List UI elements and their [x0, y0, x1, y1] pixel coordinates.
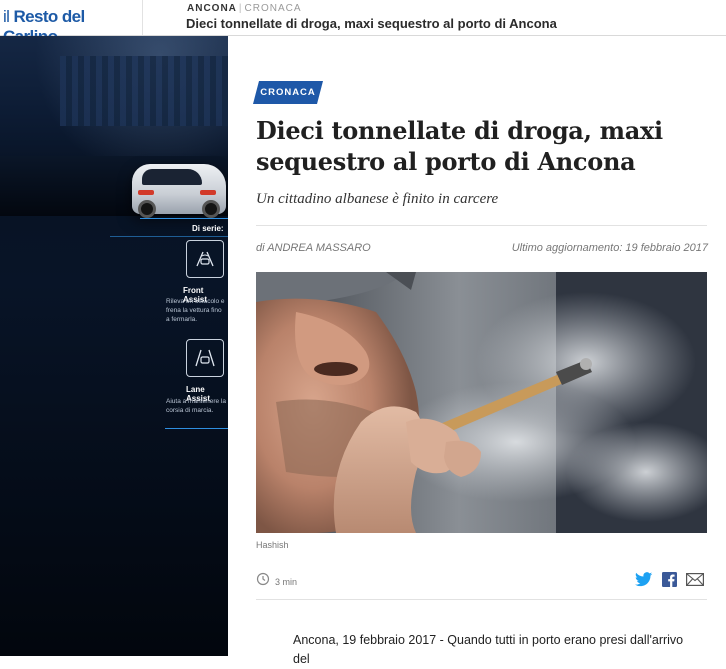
ad-accent-line — [165, 428, 228, 429]
breadcrumb-section[interactable]: ANCONA — [187, 3, 237, 14]
logo-middle: Resto del — [13, 7, 85, 26]
read-time: 3 min — [256, 572, 297, 591]
article-title: Dieci tonnellate di droga, maxi sequestr… — [256, 116, 663, 176]
article: CRONACA Dieci tonnellate di droga, maxi … — [228, 36, 726, 666]
facebook-icon[interactable] — [662, 572, 677, 592]
breadcrumb-category[interactable]: CRONACA — [245, 3, 302, 14]
ad-building — [60, 56, 228, 126]
site-header: il Resto del Carlino ANCONA|CRONACA Diec… — [0, 0, 726, 46]
clock-icon — [256, 572, 270, 591]
twitter-icon[interactable] — [635, 572, 653, 592]
ad-accent-line — [140, 218, 228, 219]
lane-assist-icon — [186, 339, 224, 377]
front-assist-icon — [186, 240, 224, 278]
advertisement-skin[interactable]: Di serie: Front Assist Rileva un ostacol… — [0, 36, 228, 656]
ad-photo — [0, 36, 228, 218]
article-subtitle: Un cittadino albanese è finito in carcer… — [256, 191, 499, 207]
ad-feature-description: Aiuta a mantenere la corsia di marcia. — [166, 398, 226, 414]
breadcrumb-separator: | — [238, 3, 243, 14]
ad-car-image — [132, 164, 226, 218]
divider — [256, 225, 707, 226]
last-updated: Ultimo aggiornamento: 19 febbraio 2017 — [511, 242, 708, 254]
author-byline[interactable]: di ANDREA MASSARO — [256, 242, 371, 254]
ad-feature-description: Rileva un ostacolo e frena la vettura fi… — [166, 298, 225, 323]
ad-standard-label: Di serie: — [192, 224, 224, 233]
read-time-text: 3 min — [275, 576, 298, 587]
hero-image — [256, 272, 707, 533]
header-article-title: Dieci tonnellate di droga, maxi sequestr… — [186, 16, 557, 31]
site-logo[interactable]: il Resto del Carlino — [0, 0, 143, 46]
breadcrumb: ANCONA | CRONACA — [187, 3, 302, 14]
share-bar — [635, 572, 704, 592]
image-caption: Hashish — [256, 540, 289, 550]
ad-accent-line — [110, 236, 228, 237]
article-body-paragraph: Ancona, 19 febbraio 2017 - Quando tutti … — [293, 633, 684, 666]
category-badge[interactable]: CRONACA — [253, 81, 323, 104]
email-icon[interactable] — [686, 573, 704, 591]
divider — [256, 599, 707, 600]
logo-prefix: il — [3, 7, 10, 26]
